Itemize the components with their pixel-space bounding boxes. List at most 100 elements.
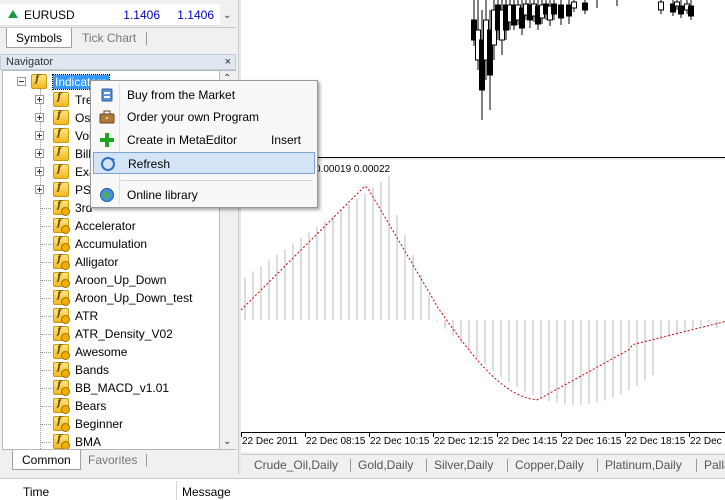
market-watch-scrollbar[interactable]: ⌄ bbox=[220, 0, 236, 28]
refresh-icon bbox=[101, 157, 115, 171]
custom-indicator-icon: f bbox=[53, 308, 70, 324]
custom-indicator-icon: f bbox=[53, 254, 70, 270]
tree-node-label: Bill bbox=[75, 147, 92, 161]
context-menu: Buy from the Market Order your own Progr… bbox=[90, 80, 318, 208]
chart-tab[interactable]: Copper,Daily bbox=[515, 458, 584, 472]
expand-icon[interactable] bbox=[35, 95, 44, 104]
column-message[interactable]: Message bbox=[182, 485, 231, 499]
tree-item-label: Aroon_Up_Down bbox=[75, 273, 167, 287]
candle-body bbox=[566, 4, 572, 17]
tab-separator bbox=[507, 459, 508, 472]
collapse-icon[interactable] bbox=[17, 77, 26, 86]
custom-indicator-icon: f bbox=[53, 272, 70, 288]
time-axis: 22 Dec 2011 22 Dec 08:15 22 Dec 10:15 22 De… bbox=[241, 432, 725, 452]
chart-tab[interactable]: Gold,Daily bbox=[358, 458, 413, 472]
chevron-down-icon[interactable]: ⌄ bbox=[223, 436, 231, 447]
tree-connector bbox=[41, 298, 51, 299]
custom-indicator-icon: f bbox=[53, 416, 70, 432]
terminal-header: Time Message bbox=[0, 478, 725, 500]
tree-item-label: Awesome bbox=[75, 345, 128, 359]
indicator-folder-icon: f bbox=[53, 164, 69, 179]
expand-icon[interactable] bbox=[35, 185, 44, 194]
ask-price: 1.1406 bbox=[177, 8, 214, 22]
menu-item-refresh[interactable]: Refresh bbox=[93, 152, 315, 174]
tab-favorites[interactable]: Favorites bbox=[79, 450, 146, 470]
tab-symbols[interactable]: Symbols bbox=[6, 28, 73, 48]
indicator-folder-icon: f bbox=[53, 110, 69, 125]
menu-separator bbox=[121, 180, 313, 181]
tab-separator bbox=[597, 459, 598, 472]
market-watch-row[interactable]: EURUSD 1.1406 1.1406 bbox=[0, 4, 220, 26]
menu-label: Create in MetaEditor bbox=[127, 133, 238, 147]
indicator-folder-icon: f bbox=[53, 146, 69, 161]
time-label: 22 Dec 14:15 bbox=[498, 436, 558, 447]
tab-separator bbox=[146, 32, 147, 45]
chevron-down-icon[interactable]: ⌄ bbox=[223, 10, 231, 21]
chart-tab[interactable]: Silver,Daily bbox=[434, 458, 493, 472]
custom-indicator-icon: f bbox=[53, 380, 70, 396]
menu-label: Order your own Program bbox=[127, 110, 260, 124]
menu-item-order-own-program[interactable]: Order your own Program bbox=[93, 106, 315, 128]
tree-item-label: Accumulation bbox=[75, 237, 148, 251]
close-icon[interactable]: × bbox=[225, 55, 231, 69]
tree-item-label: ATR_Density_V02 bbox=[75, 327, 173, 341]
custom-indicator-icon: f bbox=[53, 200, 70, 216]
tree-connector bbox=[41, 334, 51, 335]
candle-body bbox=[582, 2, 588, 11]
indicator-values-label: 0.00019 0.00022 bbox=[315, 164, 391, 175]
candle-body bbox=[571, 1, 577, 9]
column-time[interactable]: Time bbox=[23, 485, 49, 499]
tree-item-label: Aroon_Up_Down_test bbox=[75, 291, 193, 305]
briefcase-icon bbox=[99, 110, 115, 124]
tab-separator bbox=[426, 459, 427, 472]
tree-item-label: Alligator bbox=[75, 255, 119, 269]
tree-connector bbox=[41, 244, 51, 245]
expand-icon[interactable] bbox=[35, 167, 44, 176]
menu-item-create-in-metaeditor[interactable]: Create in MetaEditor Insert bbox=[93, 129, 315, 151]
custom-indicator-icon: f bbox=[53, 290, 70, 306]
tree-item-label: Beginner bbox=[75, 417, 124, 431]
time-label: 22 Dec 20:15 bbox=[690, 436, 725, 447]
market-watch-tabs: Symbols Tick Chart bbox=[0, 27, 236, 49]
menu-shortcut: Insert bbox=[270, 133, 301, 147]
expand-icon[interactable] bbox=[35, 113, 44, 122]
menu-label: Buy from the Market bbox=[127, 88, 236, 102]
tree-connector bbox=[41, 442, 51, 443]
tab-separator bbox=[696, 459, 697, 472]
expand-icon[interactable] bbox=[35, 131, 44, 140]
tree-connector bbox=[41, 406, 51, 407]
tab-tick-chart[interactable]: Tick Chart bbox=[73, 28, 145, 48]
tree-connector bbox=[41, 280, 51, 281]
tree-connector bbox=[41, 226, 51, 227]
tree-item-label: Bears bbox=[75, 399, 107, 413]
time-label: 22 Dec 10:15 bbox=[370, 436, 430, 447]
column-separator[interactable] bbox=[176, 481, 177, 500]
chart-tab[interactable]: Platinum,Daily bbox=[605, 458, 682, 472]
market-bag-icon bbox=[101, 88, 113, 102]
mt4-window: EURUSD 1.1406 1.1406 ⌄ Symbols Tick Char… bbox=[0, 0, 725, 500]
expand-icon[interactable] bbox=[35, 149, 44, 158]
custom-indicator-icon: f bbox=[53, 218, 70, 234]
indicator-folder-icon: f bbox=[31, 74, 47, 89]
tree-item-label: Accelerator bbox=[75, 219, 136, 233]
time-label: 22 Dec 12:15 bbox=[434, 436, 494, 447]
chart-tab[interactable]: Palladium,Daily bbox=[704, 458, 725, 472]
tree-connector bbox=[41, 370, 51, 371]
navigator-title-bar: Navigator × bbox=[0, 54, 236, 70]
navigator-tabs: Common Favorites bbox=[0, 450, 236, 472]
chart-tab[interactable]: Crude_Oil,Daily bbox=[254, 458, 338, 472]
custom-indicator-icon: f bbox=[53, 236, 70, 252]
candle-body bbox=[688, 5, 694, 17]
candle-body bbox=[674, 1, 680, 7]
candle-body bbox=[658, 1, 664, 11]
navigator-title: Navigator bbox=[6, 56, 54, 68]
menu-label: Online library bbox=[127, 188, 198, 202]
time-label: 22 Dec 16:15 bbox=[562, 436, 622, 447]
tab-common[interactable]: Common bbox=[12, 450, 81, 470]
tree-item-label: Bands bbox=[75, 363, 110, 377]
menu-item-online-library[interactable]: Online library bbox=[93, 184, 315, 206]
menu-item-buy-from-market[interactable]: Buy from the Market bbox=[93, 84, 315, 106]
candle-body bbox=[558, 4, 564, 19]
indicator-folder-icon: f bbox=[53, 182, 69, 197]
menu-label: Refresh bbox=[128, 157, 171, 171]
